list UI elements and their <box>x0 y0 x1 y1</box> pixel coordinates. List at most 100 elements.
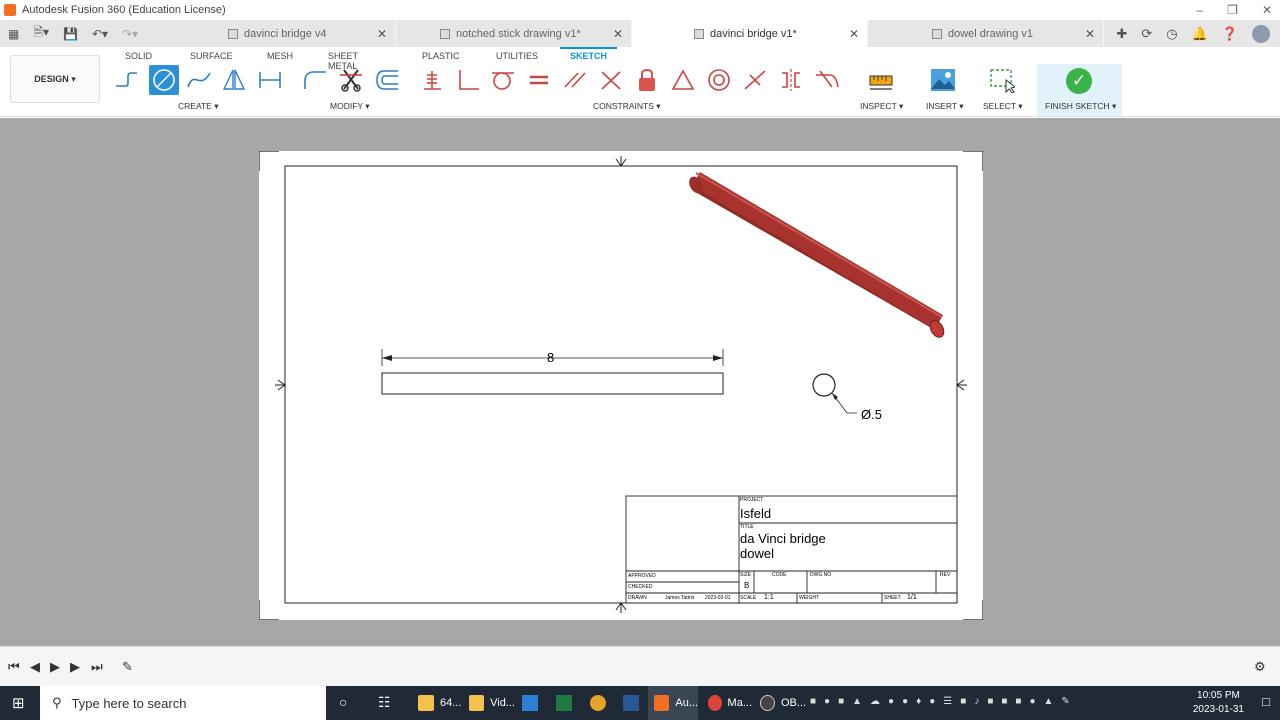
design-workspace-button[interactable]: DESIGN ▾ <box>10 55 100 103</box>
volume-icon[interactable]: ♪ <box>974 696 979 707</box>
photos-app-icon[interactable] <box>522 695 538 716</box>
taskbar-search-input[interactable]: ⚲ Type here to search <box>40 686 326 720</box>
tray-app-icon[interactable]: ● <box>888 696 894 707</box>
chrome-icon[interactable] <box>590 695 606 716</box>
tray-app-icon[interactable]: ■ <box>1001 696 1007 707</box>
title-line-1[interactable]: da Vinci bridge <box>740 531 826 546</box>
trim-tool-icon[interactable] <box>338 67 364 93</box>
doc-tab-dowel-drawing[interactable]: dowel drawing v1 ✕ <box>868 20 1104 47</box>
taskbar-chrome[interactable]: Ma... <box>702 686 752 720</box>
excel-icon[interactable] <box>556 695 572 716</box>
undo-icon[interactable]: ↶▾ <box>92 27 108 41</box>
constraints-menu[interactable]: CONSTRAINTS ▾ <box>593 101 661 112</box>
help-icon[interactable]: ❓ <box>1222 26 1238 42</box>
save-icon[interactable]: 💾 <box>63 27 78 41</box>
notifications-icon[interactable]: □ <box>1262 694 1270 709</box>
tray-app-icon[interactable]: ■ <box>838 696 844 707</box>
cortana-icon[interactable]: ○ <box>339 694 347 710</box>
tray-app-icon[interactable]: ■ <box>810 696 816 707</box>
bluetooth-icon[interactable]: ♦ <box>916 696 921 707</box>
tray-app-icon[interactable]: ■ <box>1015 696 1021 707</box>
windows-start-icon[interactable]: ⊞ <box>12 694 25 712</box>
insert-menu[interactable]: INSERT ▾ <box>926 101 964 112</box>
project-value[interactable]: Isfeld <box>740 506 771 521</box>
redo-icon[interactable]: ↷▾ <box>122 27 138 41</box>
title-line-2[interactable]: dowel <box>740 546 774 561</box>
first-step-icon[interactable]: ⏮ <box>8 659 20 675</box>
parallel-icon[interactable] <box>562 67 588 93</box>
fix-lock-icon[interactable] <box>634 67 660 93</box>
file-icon[interactable]: 🗎▾ <box>33 23 49 44</box>
insert-image-icon[interactable] <box>930 67 956 93</box>
tray-app-icon[interactable]: ■ <box>960 696 966 707</box>
offset-tool-icon[interactable] <box>374 67 400 93</box>
timeline-settings-icon[interactable]: ⚙ <box>1254 659 1266 675</box>
tab-sketch[interactable]: SKETCH <box>559 47 618 61</box>
select-menu[interactable]: SELECT ▾ <box>983 101 1023 112</box>
tray-app-icon[interactable]: ● <box>1029 696 1035 707</box>
sketch-dimension-icon[interactable] <box>257 67 283 93</box>
sketch-feature-icon[interactable]: ✎ <box>122 659 133 675</box>
avatar[interactable] <box>1252 24 1270 43</box>
window-select-icon[interactable] <box>989 67 1015 93</box>
midpoint-icon[interactable] <box>742 67 768 93</box>
onedrive-icon[interactable]: ☁ <box>870 696 880 707</box>
new-tab-icon[interactable]: ✚ <box>1116 26 1127 42</box>
close-tab-icon[interactable]: ✕ <box>849 27 859 41</box>
doc-tab-davinci-bridge-v4[interactable]: davinci bridge v4 ✕ <box>160 20 396 47</box>
close-icon[interactable]: ✕ <box>1262 3 1272 17</box>
restore-icon[interactable]: ❐ <box>1227 3 1238 17</box>
extensions-icon[interactable]: ⟳ <box>1141 26 1152 42</box>
perpendicular-icon[interactable] <box>455 67 481 93</box>
tab-solid[interactable]: SOLID <box>125 51 152 61</box>
horizontal-vertical-icon[interactable] <box>419 67 445 93</box>
coincident-icon[interactable] <box>598 67 624 93</box>
inspect-menu[interactable]: INSPECT ▾ <box>860 101 903 112</box>
tab-mesh[interactable]: MESH <box>267 51 293 61</box>
drawing-sheet[interactable]: 8 Ø.5 PROJECT Isfeld TITLE da Vinci brid… <box>259 151 983 620</box>
finish-sketch-button[interactable]: ✓ FINISH SKETCH ▾ <box>1037 64 1122 116</box>
job-status-icon[interactable]: ◷ <box>1166 26 1177 42</box>
close-tab-icon[interactable]: ✕ <box>377 27 387 41</box>
play-icon[interactable]: ▶ <box>50 659 60 675</box>
taskbar-fusion[interactable]: Au... <box>648 686 698 720</box>
tray-app-icon[interactable]: ● <box>902 696 908 707</box>
tray-app-icon[interactable]: ● <box>824 696 830 707</box>
wifi-icon[interactable]: ☰ <box>943 696 952 707</box>
pen-icon[interactable]: ✎ <box>1061 696 1069 707</box>
last-step-icon[interactable]: ⏭ <box>91 659 103 675</box>
symmetry-icon[interactable] <box>778 67 804 93</box>
mirror-tool-icon[interactable] <box>221 67 247 93</box>
taskbar-explorer[interactable]: 64... <box>412 686 462 720</box>
length-dimension[interactable]: 8 <box>547 350 554 365</box>
tab-utilities[interactable]: UTILITIES <box>496 51 538 61</box>
task-view-icon[interactable]: ☷ <box>378 694 391 711</box>
curvature-icon[interactable] <box>814 67 840 93</box>
tray-app-icon[interactable]: ▲ <box>1044 696 1054 707</box>
word-icon[interactable] <box>623 695 639 716</box>
measure-ruler-icon[interactable] <box>868 67 894 93</box>
tab-plastic[interactable]: PLASTIC <box>422 51 460 61</box>
next-step-icon[interactable]: ▶ <box>70 659 80 675</box>
diameter-dimension[interactable]: Ø.5 <box>861 407 882 422</box>
app-grid-icon[interactable]: ▦ <box>8 27 19 41</box>
doc-tab-notched-stick-drawing[interactable]: notched stick drawing v1* ✕ <box>396 20 632 47</box>
taskbar-video-folder[interactable]: Vid... <box>465 686 515 720</box>
tray-app-icon[interactable]: ● <box>929 696 935 707</box>
taskbar-obs[interactable]: OB... <box>756 686 806 720</box>
previous-step-icon[interactable]: ◀ <box>30 659 40 675</box>
fillet-tool-icon[interactable] <box>302 67 328 93</box>
close-tab-icon[interactable]: ✕ <box>613 27 623 41</box>
modify-menu[interactable]: MODIFY ▾ <box>330 101 370 112</box>
line-tool-icon[interactable] <box>113 67 139 93</box>
tab-surface[interactable]: SURFACE <box>190 51 233 61</box>
tangent-icon[interactable] <box>490 67 516 93</box>
tray-app-icon[interactable]: ▲ <box>852 696 862 707</box>
minimize-icon[interactable]: – <box>1196 3 1203 17</box>
circle-tool-icon[interactable] <box>149 65 179 95</box>
doc-tab-davinci-bridge-v1[interactable]: davinci bridge v1* ✕ <box>632 20 868 47</box>
concentric-icon[interactable] <box>706 67 732 93</box>
triangle-constraint-icon[interactable] <box>670 67 696 93</box>
spline-tool-icon[interactable] <box>186 67 212 93</box>
taskbar-clock[interactable]: 10:05 PM 2023-01-31 <box>1193 689 1244 717</box>
